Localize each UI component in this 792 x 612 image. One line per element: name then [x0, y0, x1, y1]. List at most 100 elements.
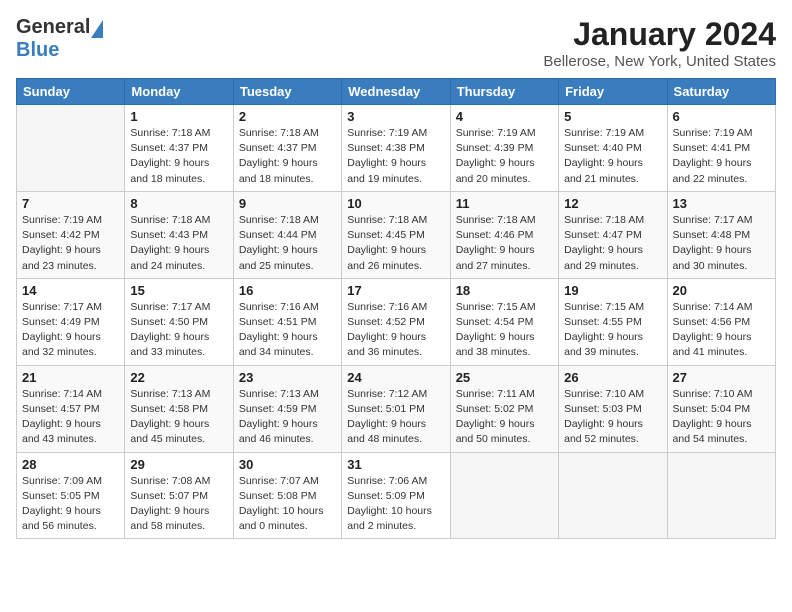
day-info: Sunrise: 7:13 AM Sunset: 4:59 PM Dayligh… — [239, 387, 336, 448]
header-day-thursday: Thursday — [450, 79, 558, 105]
calendar-cell: 20Sunrise: 7:14 AM Sunset: 4:56 PM Dayli… — [667, 278, 775, 365]
calendar-cell: 2 Sunrise: 7:18 AM Sunset: 4:37 PM Daylig… — [233, 105, 341, 192]
day-number: 9 — [239, 196, 336, 211]
day-info: Sunrise: 7:18 AM Sunset: 4:45 PM Dayligh… — [347, 213, 444, 274]
header-day-monday: Monday — [125, 79, 233, 105]
calendar-cell — [17, 105, 125, 192]
calendar-cell: 23 Sunrise: 7:13 AM Sunset: 4:59 PM Dayli… — [233, 365, 341, 452]
calendar-cell: 6Sunrise: 7:19 AM Sunset: 4:41 PM Daylig… — [667, 105, 775, 192]
calendar-week-3: 14 Sunrise: 7:17 AM Sunset: 4:49 PM Dayli… — [17, 278, 776, 365]
day-info: Sunrise: 7:11 AM Sunset: 5:02 PM Dayligh… — [456, 387, 553, 448]
calendar-week-2: 7 Sunrise: 7:19 AM Sunset: 4:42 PM Daylig… — [17, 191, 776, 278]
day-info: Sunrise: 7:13 AM Sunset: 4:58 PM Dayligh… — [130, 387, 227, 448]
calendar-body: 1 Sunrise: 7:18 AM Sunset: 4:37 PM Daylig… — [17, 105, 776, 539]
calendar-cell: 8 Sunrise: 7:18 AM Sunset: 4:43 PM Daylig… — [125, 191, 233, 278]
calendar-cell: 14 Sunrise: 7:17 AM Sunset: 4:49 PM Dayli… — [17, 278, 125, 365]
day-info: Sunrise: 7:19 AM Sunset: 4:38 PM Dayligh… — [347, 126, 444, 187]
day-info: Sunrise: 7:18 AM Sunset: 4:44 PM Dayligh… — [239, 213, 336, 274]
day-info: Sunrise: 7:18 AM Sunset: 4:47 PM Dayligh… — [564, 213, 661, 274]
day-info: Sunrise: 7:09 AM Sunset: 5:05 PM Dayligh… — [22, 474, 119, 535]
day-info: Sunrise: 7:10 AM Sunset: 5:04 PM Dayligh… — [673, 387, 770, 448]
day-number: 17 — [347, 283, 444, 298]
day-number: 24 — [347, 370, 444, 385]
day-number: 3 — [347, 109, 444, 124]
header-row: SundayMondayTuesdayWednesdayThursdayFrid… — [17, 79, 776, 105]
calendar-header: SundayMondayTuesdayWednesdayThursdayFrid… — [17, 79, 776, 105]
day-info: Sunrise: 7:17 AM Sunset: 4:50 PM Dayligh… — [130, 300, 227, 361]
day-info: Sunrise: 7:18 AM Sunset: 4:43 PM Dayligh… — [130, 213, 227, 274]
day-number: 27 — [673, 370, 770, 385]
header-day-wednesday: Wednesday — [342, 79, 450, 105]
day-number: 28 — [22, 457, 119, 472]
day-info: Sunrise: 7:15 AM Sunset: 4:54 PM Dayligh… — [456, 300, 553, 361]
calendar-week-5: 28 Sunrise: 7:09 AM Sunset: 5:05 PM Dayli… — [17, 452, 776, 539]
header-day-friday: Friday — [559, 79, 667, 105]
day-number: 1 — [130, 109, 227, 124]
day-info: Sunrise: 7:19 AM Sunset: 4:40 PM Dayligh… — [564, 126, 661, 187]
day-number: 7 — [22, 196, 119, 211]
day-info: Sunrise: 7:16 AM Sunset: 4:51 PM Dayligh… — [239, 300, 336, 361]
day-number: 23 — [239, 370, 336, 385]
calendar-cell: 18 Sunrise: 7:15 AM Sunset: 4:54 PM Dayli… — [450, 278, 558, 365]
calendar-cell: 9 Sunrise: 7:18 AM Sunset: 4:44 PM Daylig… — [233, 191, 341, 278]
calendar-cell: 24 Sunrise: 7:12 AM Sunset: 5:01 PM Dayli… — [342, 365, 450, 452]
day-info: Sunrise: 7:19 AM Sunset: 4:42 PM Dayligh… — [22, 213, 119, 274]
day-number: 25 — [456, 370, 553, 385]
page-header: General Blue January 2024 Bellerose, New… — [16, 16, 776, 70]
logo-general-text: General — [16, 16, 90, 39]
day-info: Sunrise: 7:10 AM Sunset: 5:03 PM Dayligh… — [564, 387, 661, 448]
logo-blue-text: Blue — [16, 39, 59, 62]
calendar-cell: 5 Sunrise: 7:19 AM Sunset: 4:40 PM Daylig… — [559, 105, 667, 192]
calendar-cell — [667, 452, 775, 539]
day-number: 30 — [239, 457, 336, 472]
day-info: Sunrise: 7:18 AM Sunset: 4:37 PM Dayligh… — [130, 126, 227, 187]
day-number: 13 — [673, 196, 770, 211]
calendar-cell: 25 Sunrise: 7:11 AM Sunset: 5:02 PM Dayli… — [450, 365, 558, 452]
day-number: 11 — [456, 196, 553, 211]
day-number: 12 — [564, 196, 661, 211]
day-info: Sunrise: 7:17 AM Sunset: 4:49 PM Dayligh… — [22, 300, 119, 361]
day-number: 18 — [456, 283, 553, 298]
day-number: 8 — [130, 196, 227, 211]
calendar-cell: 12 Sunrise: 7:18 AM Sunset: 4:47 PM Dayli… — [559, 191, 667, 278]
day-number: 22 — [130, 370, 227, 385]
header-day-saturday: Saturday — [667, 79, 775, 105]
calendar-table: SundayMondayTuesdayWednesdayThursdayFrid… — [16, 78, 776, 539]
calendar-cell: 3 Sunrise: 7:19 AM Sunset: 4:38 PM Daylig… — [342, 105, 450, 192]
header-day-tuesday: Tuesday — [233, 79, 341, 105]
day-number: 31 — [347, 457, 444, 472]
day-number: 19 — [564, 283, 661, 298]
day-info: Sunrise: 7:15 AM Sunset: 4:55 PM Dayligh… — [564, 300, 661, 361]
calendar-cell: 21 Sunrise: 7:14 AM Sunset: 4:57 PM Dayli… — [17, 365, 125, 452]
calendar-cell: 28 Sunrise: 7:09 AM Sunset: 5:05 PM Dayli… — [17, 452, 125, 539]
day-info: Sunrise: 7:17 AM Sunset: 4:48 PM Dayligh… — [673, 213, 770, 274]
day-info: Sunrise: 7:16 AM Sunset: 4:52 PM Dayligh… — [347, 300, 444, 361]
location-text: Bellerose, New York, United States — [543, 53, 776, 70]
day-info: Sunrise: 7:19 AM Sunset: 4:39 PM Dayligh… — [456, 126, 553, 187]
day-number: 20 — [673, 283, 770, 298]
calendar-cell: 26Sunrise: 7:10 AM Sunset: 5:03 PM Dayli… — [559, 365, 667, 452]
day-info: Sunrise: 7:18 AM Sunset: 4:37 PM Dayligh… — [239, 126, 336, 187]
day-number: 10 — [347, 196, 444, 211]
day-number: 2 — [239, 109, 336, 124]
calendar-cell: 15 Sunrise: 7:17 AM Sunset: 4:50 PM Dayli… — [125, 278, 233, 365]
day-number: 15 — [130, 283, 227, 298]
logo-triangle-icon — [91, 20, 103, 38]
calendar-cell: 16Sunrise: 7:16 AM Sunset: 4:51 PM Dayli… — [233, 278, 341, 365]
day-number: 4 — [456, 109, 553, 124]
day-number: 21 — [22, 370, 119, 385]
day-number: 29 — [130, 457, 227, 472]
calendar-cell: 31Sunrise: 7:06 AM Sunset: 5:09 PM Dayli… — [342, 452, 450, 539]
calendar-cell: 19 Sunrise: 7:15 AM Sunset: 4:55 PM Dayli… — [559, 278, 667, 365]
calendar-cell: 30Sunrise: 7:07 AM Sunset: 5:08 PM Dayli… — [233, 452, 341, 539]
calendar-cell: 13 Sunrise: 7:17 AM Sunset: 4:48 PM Dayli… — [667, 191, 775, 278]
day-number: 5 — [564, 109, 661, 124]
month-title: January 2024 — [543, 16, 776, 53]
day-info: Sunrise: 7:12 AM Sunset: 5:01 PM Dayligh… — [347, 387, 444, 448]
header-day-sunday: Sunday — [17, 79, 125, 105]
calendar-cell: 7 Sunrise: 7:19 AM Sunset: 4:42 PM Daylig… — [17, 191, 125, 278]
day-number: 14 — [22, 283, 119, 298]
calendar-cell: 29Sunrise: 7:08 AM Sunset: 5:07 PM Dayli… — [125, 452, 233, 539]
calendar-cell: 17 Sunrise: 7:16 AM Sunset: 4:52 PM Dayli… — [342, 278, 450, 365]
day-info: Sunrise: 7:14 AM Sunset: 4:57 PM Dayligh… — [22, 387, 119, 448]
